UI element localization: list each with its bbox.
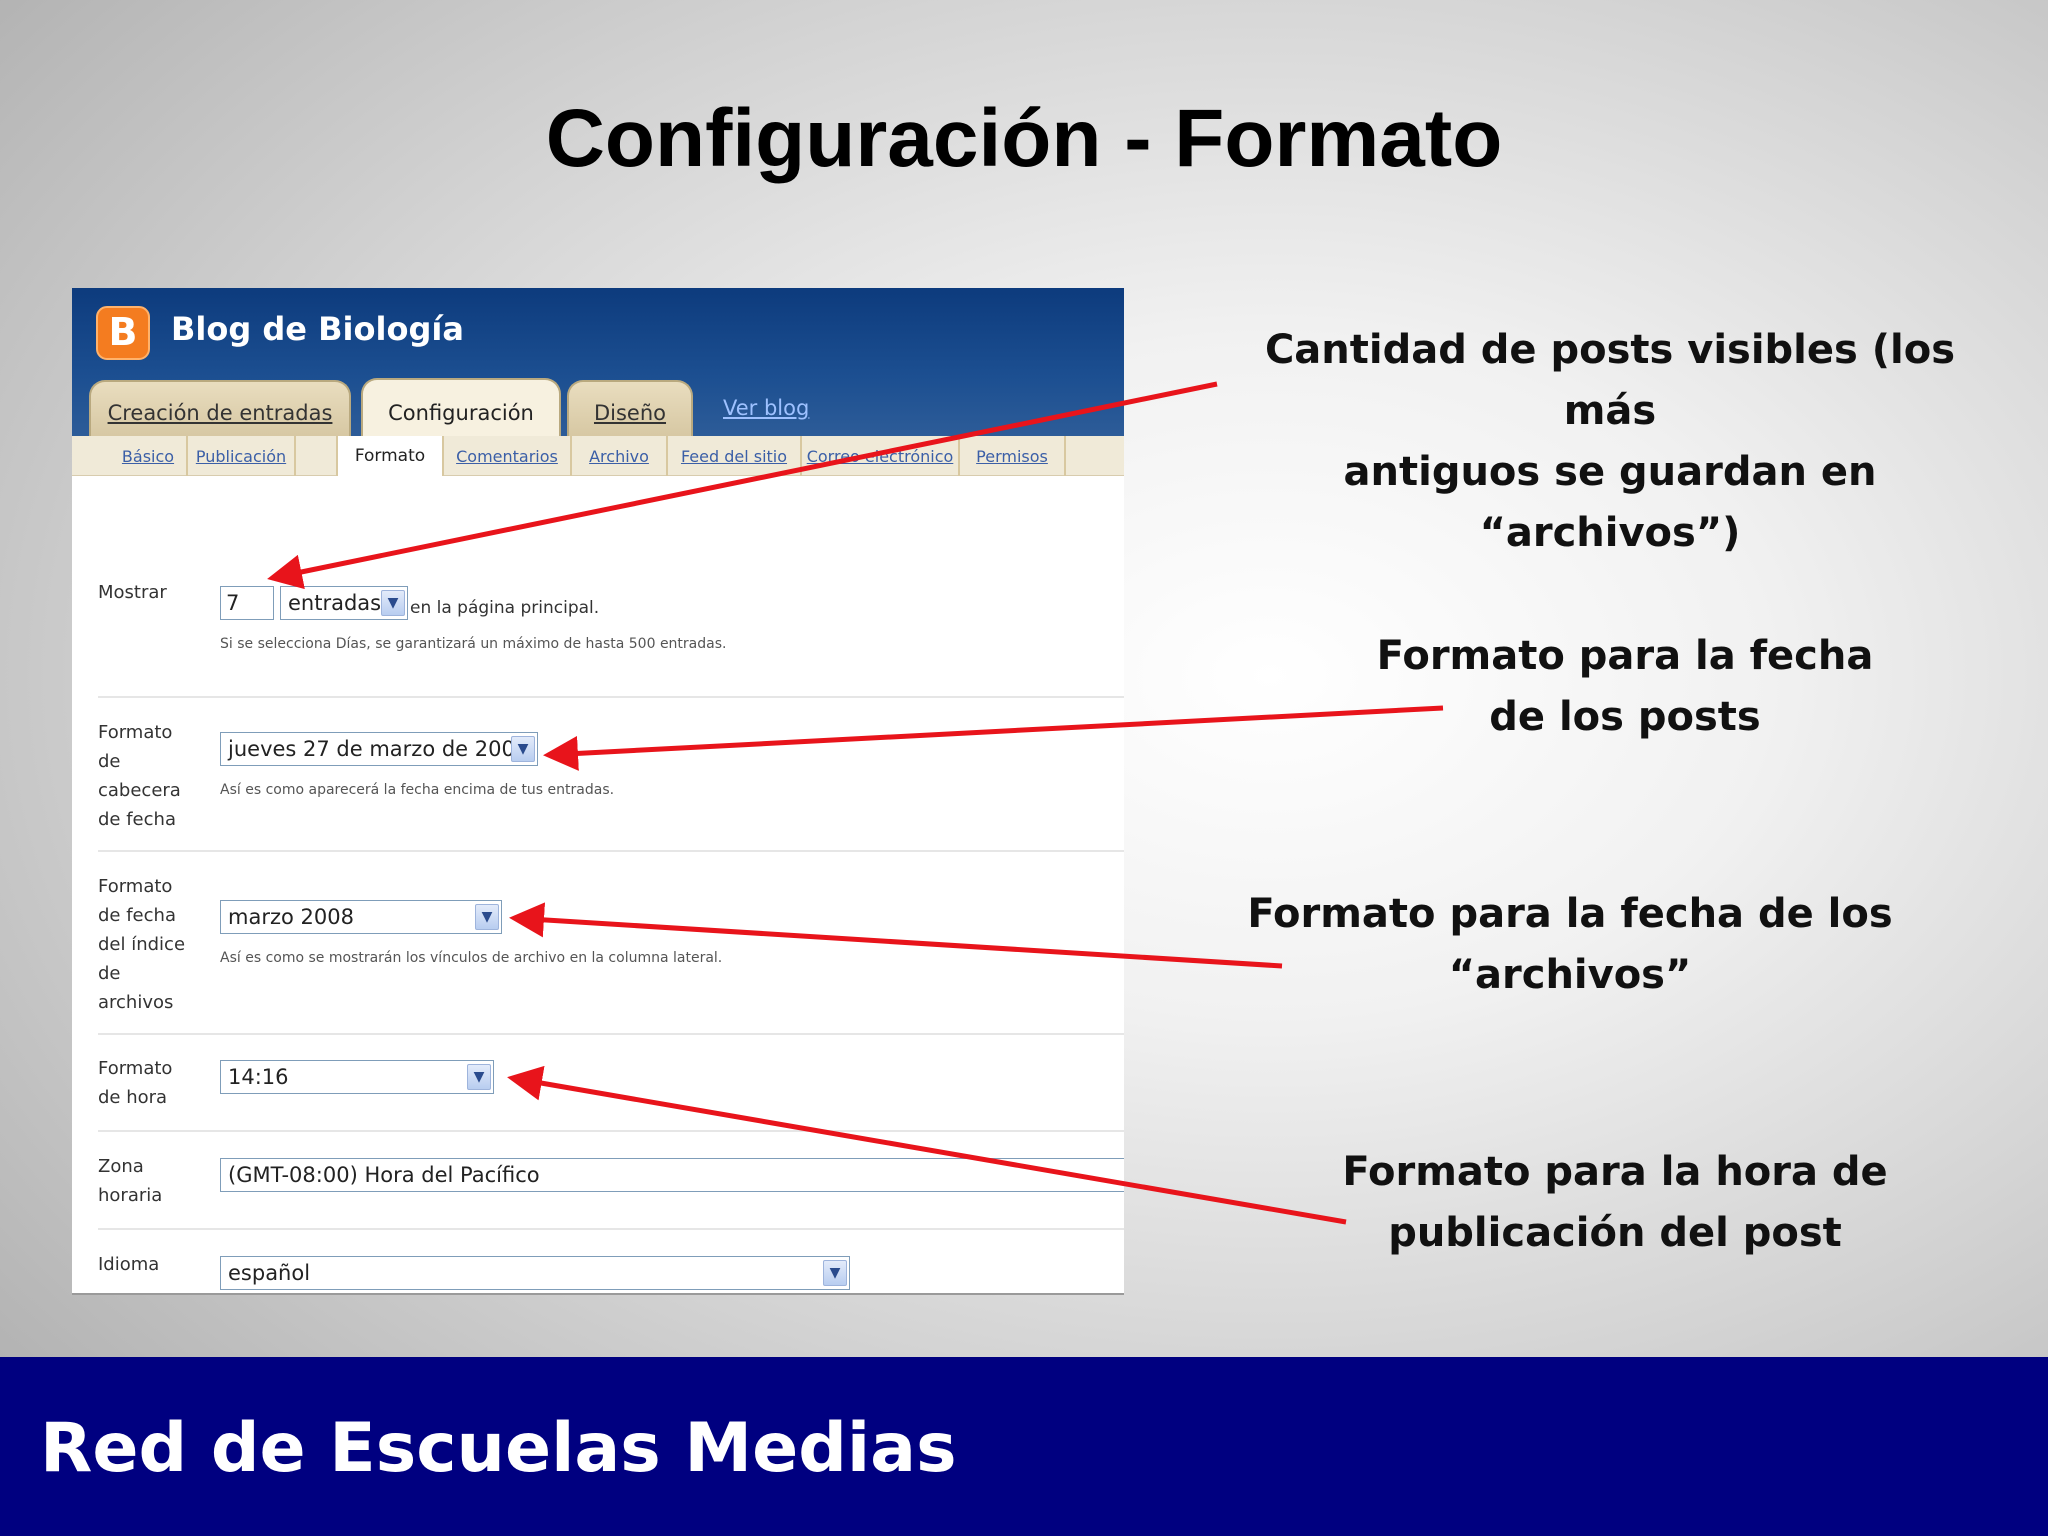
label-line: de fecha (98, 905, 176, 926)
subtab-bar: Básico Publicación Formato Comentarios A… (72, 436, 1124, 476)
time-format-label: Formato de hora (98, 1054, 172, 1112)
annotation-line: Formato para la fecha (1376, 633, 1874, 679)
post-count-input[interactable]: 7 (220, 586, 274, 620)
annotation-line: antiguos se guardan en (1343, 449, 1877, 495)
blogger-logo-icon (96, 306, 150, 360)
label-line: Zona (98, 1156, 144, 1177)
label-line: de hora (98, 1087, 168, 1108)
label-line: de (98, 963, 121, 984)
footer-bar: Red de Escuelas Medias (0, 1357, 2048, 1536)
show-label: Mostrar (98, 582, 167, 603)
annotation-line: publicación del post (1388, 1210, 1842, 1256)
label-line: cabecera (98, 780, 181, 801)
annotation-post-time: Formato para la hora de publicación del … (1310, 1142, 1920, 1264)
chevron-down-icon[interactable]: ▼ (381, 590, 405, 616)
annotation-line: “archivos” (1448, 952, 1692, 998)
date-header-hint: Así es como aparecerá la fecha encima de… (220, 782, 615, 798)
subtab-feed-sitio[interactable]: Feed del sitio (668, 436, 802, 476)
language-select[interactable]: español ▼ (220, 1256, 850, 1290)
subtab-basico[interactable]: Básico (110, 436, 188, 476)
tab-diseno[interactable]: Diseño (567, 380, 693, 438)
language-label: Idioma (98, 1254, 160, 1275)
archive-date-hint: Así es como se mostrarán los vínculos de… (220, 950, 723, 966)
chevron-down-icon[interactable]: ▼ (467, 1064, 491, 1090)
annotation-archive-date: Formato para la fecha de los “archivos” (1220, 884, 1920, 1006)
timezone-label: Zona horaria (98, 1152, 162, 1210)
blogger-screenshot: Blog de Biología Creación de entradas Co… (72, 288, 1124, 1295)
annotation-line: Cantidad de posts visibles (los más (1264, 327, 1956, 434)
divider (98, 1130, 1124, 1132)
subtab-comentarios[interactable]: Comentarios (444, 436, 572, 476)
label-line: Formato (98, 1058, 173, 1079)
annotation-post-date: Formato para la fecha de los posts (1330, 626, 1920, 748)
post-unit-value: entradas (288, 591, 382, 615)
annotation-line: Formato para la fecha de los (1247, 891, 1893, 937)
chevron-down-icon[interactable]: ▼ (511, 736, 535, 762)
subtab-formato[interactable]: Formato (336, 436, 444, 476)
language-value: español (228, 1261, 311, 1285)
label-line: archivos (98, 992, 174, 1013)
slide-title: Configuración - Formato (545, 93, 1503, 184)
label-line: horaria (98, 1185, 163, 1206)
tab-creacion-entradas[interactable]: Creación de entradas (89, 380, 351, 438)
subtab-permisos[interactable]: Permisos (960, 436, 1066, 476)
date-header-value: jueves 27 de marzo de 2008 (228, 737, 529, 761)
label-line: Formato (98, 722, 173, 743)
archive-date-select[interactable]: marzo 2008 ▼ (220, 900, 502, 934)
divider (98, 696, 1124, 698)
subtab-correo[interactable]: Correo electrónico (802, 436, 960, 476)
show-hint: Si se selecciona Días, se garantizará un… (220, 636, 727, 652)
archive-date-label: Formato de fecha del índice de archivos (98, 872, 185, 1017)
blog-header: Blog de Biología Creación de entradas Co… (72, 288, 1124, 440)
chevron-down-icon[interactable]: ▼ (475, 904, 499, 930)
footer-text: Red de Escuelas Medias (40, 1409, 957, 1488)
subtab-publicacion[interactable]: Publicación (188, 436, 296, 476)
annotation-line: “archivos”) (1479, 510, 1741, 556)
chevron-down-icon[interactable]: ▼ (823, 1260, 847, 1286)
divider (98, 1033, 1124, 1035)
post-unit-select[interactable]: entradas ▼ (280, 586, 408, 620)
label-line: de fecha (98, 809, 176, 830)
annotation-post-count: Cantidad de posts visibles (los más anti… (1220, 320, 2000, 564)
date-header-label: Formato de cabecera de fecha (98, 718, 181, 834)
label-line: Formato (98, 876, 173, 897)
time-format-value: 14:16 (228, 1065, 289, 1089)
label-line: del índice (98, 934, 186, 955)
timezone-select[interactable]: (GMT-08:00) Hora del Pacífico (220, 1158, 1124, 1192)
show-suffix: en la página principal. (410, 598, 600, 618)
annotation-line: Formato para la hora de (1342, 1149, 1888, 1195)
time-format-select[interactable]: 14:16 ▼ (220, 1060, 494, 1094)
divider (98, 850, 1124, 852)
archive-date-value: marzo 2008 (228, 905, 354, 929)
tab-configuracion[interactable]: Configuración (361, 378, 561, 440)
label-line: de (98, 751, 121, 772)
view-blog-link[interactable]: Ver blog (723, 396, 809, 420)
divider (98, 1228, 1124, 1230)
date-header-select[interactable]: jueves 27 de marzo de 2008 ▼ (220, 732, 538, 766)
timezone-value: (GMT-08:00) Hora del Pacífico (228, 1163, 540, 1187)
subtab-archivo[interactable]: Archivo (572, 436, 668, 476)
blog-name: Blog de Biología (171, 310, 464, 348)
annotation-line: de los posts (1489, 694, 1761, 740)
